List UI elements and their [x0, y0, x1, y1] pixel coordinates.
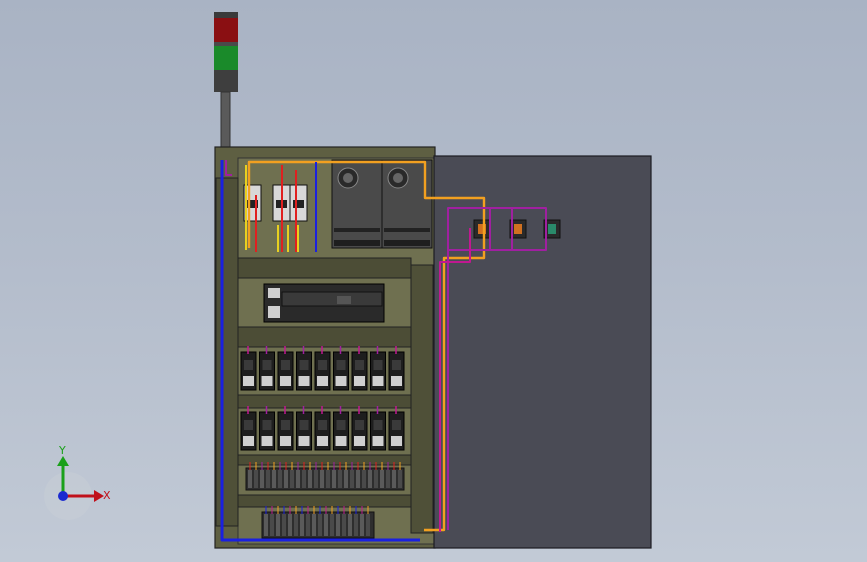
- servo-drives[interactable]: [331, 159, 433, 249]
- plc-unit[interactable]: [263, 283, 385, 323]
- tower-green-light: [214, 46, 238, 70]
- tower-red-light: [214, 18, 238, 42]
- z-axis-origin: [58, 491, 68, 501]
- h-duct-1: [237, 257, 412, 279]
- x-axis-label: X: [103, 489, 111, 502]
- h-duct-5: [237, 494, 412, 508]
- cabinet-door[interactable]: [433, 155, 652, 549]
- h-duct-2: [237, 326, 412, 348]
- h-duct-3: [237, 394, 412, 409]
- door-pushbuttons[interactable]: [473, 219, 561, 239]
- h-duct-4: [237, 454, 412, 466]
- y-axis-arrow: [57, 456, 69, 466]
- left-wire-duct: [215, 177, 239, 527]
- tower-pole: [220, 91, 231, 149]
- y-axis-label: Y: [58, 444, 66, 457]
- circuit-breakers[interactable]: [243, 184, 308, 222]
- relay-bank-row-2[interactable]: [240, 406, 405, 451]
- signal-tower[interactable]: [214, 12, 238, 149]
- tower-cap: [214, 12, 238, 18]
- relay-bank-row-1[interactable]: [240, 346, 405, 391]
- tower-divider: [214, 42, 238, 46]
- right-wire-duct: [410, 264, 434, 534]
- tower-base: [214, 70, 238, 92]
- cad-viewport[interactable]: X Y: [0, 0, 867, 562]
- coordinate-triad: X Y: [44, 444, 111, 520]
